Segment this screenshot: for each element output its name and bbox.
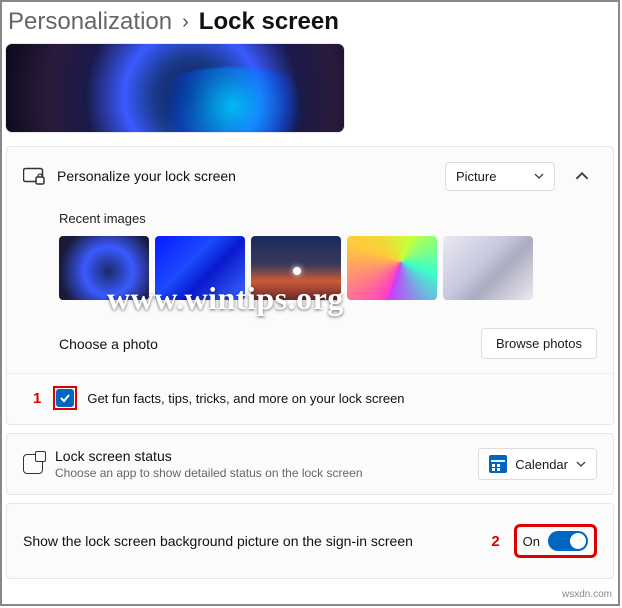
dropdown-value: Calendar bbox=[515, 457, 568, 472]
lock-screen-icon bbox=[23, 167, 45, 185]
collapse-button[interactable] bbox=[567, 161, 597, 191]
source-attribution: wsxdn.com bbox=[562, 589, 612, 600]
signin-background-card: Show the lock screen background picture … bbox=[6, 503, 614, 579]
chevron-right-icon: › bbox=[182, 11, 189, 34]
calendar-icon bbox=[489, 455, 507, 473]
fun-facts-label: Get fun facts, tips, tricks, and more on… bbox=[87, 391, 404, 406]
recent-image-thumb[interactable] bbox=[347, 236, 437, 300]
page-title: Lock screen bbox=[199, 8, 339, 36]
status-app-dropdown[interactable]: Calendar bbox=[478, 448, 597, 480]
annotation-marker-2: 2 bbox=[491, 533, 499, 550]
signin-background-label: Show the lock screen background picture … bbox=[23, 533, 479, 549]
personalize-title: Personalize your lock screen bbox=[57, 168, 433, 184]
chevron-down-icon bbox=[576, 459, 586, 469]
status-icon bbox=[23, 454, 43, 474]
recent-images-label: Recent images bbox=[59, 211, 597, 226]
recent-image-thumb[interactable] bbox=[443, 236, 533, 300]
signin-background-toggle[interactable] bbox=[548, 531, 588, 551]
breadcrumb: Personalization › Lock screen bbox=[2, 2, 618, 44]
chevron-down-icon bbox=[534, 171, 544, 181]
background-type-dropdown[interactable]: Picture bbox=[445, 162, 555, 191]
lock-screen-preview bbox=[6, 44, 344, 132]
check-icon bbox=[59, 392, 71, 404]
recent-image-thumb[interactable] bbox=[59, 236, 149, 300]
annotation-marker-1: 1 bbox=[33, 390, 41, 407]
chevron-up-icon bbox=[575, 169, 589, 183]
toggle-state-label: On bbox=[523, 534, 540, 549]
status-title: Lock screen status Choose an app to show… bbox=[55, 448, 466, 480]
annotation-highlight-2: On bbox=[514, 524, 597, 558]
personalize-lock-screen-card: Personalize your lock screen Picture Rec… bbox=[6, 146, 614, 425]
recent-images-list bbox=[59, 236, 597, 300]
lock-screen-status-card: Lock screen status Choose an app to show… bbox=[6, 433, 614, 495]
status-subtitle: Choose an app to show detailed status on… bbox=[55, 466, 466, 480]
fun-facts-checkbox[interactable] bbox=[56, 389, 74, 407]
browse-photos-button[interactable]: Browse photos bbox=[481, 328, 597, 359]
dropdown-value: Picture bbox=[456, 169, 496, 184]
annotation-highlight-1 bbox=[53, 386, 77, 410]
recent-image-thumb[interactable] bbox=[251, 236, 341, 300]
recent-image-thumb[interactable] bbox=[155, 236, 245, 300]
choose-photo-label: Choose a photo bbox=[59, 336, 469, 352]
breadcrumb-personalization-link[interactable]: Personalization bbox=[8, 8, 172, 36]
